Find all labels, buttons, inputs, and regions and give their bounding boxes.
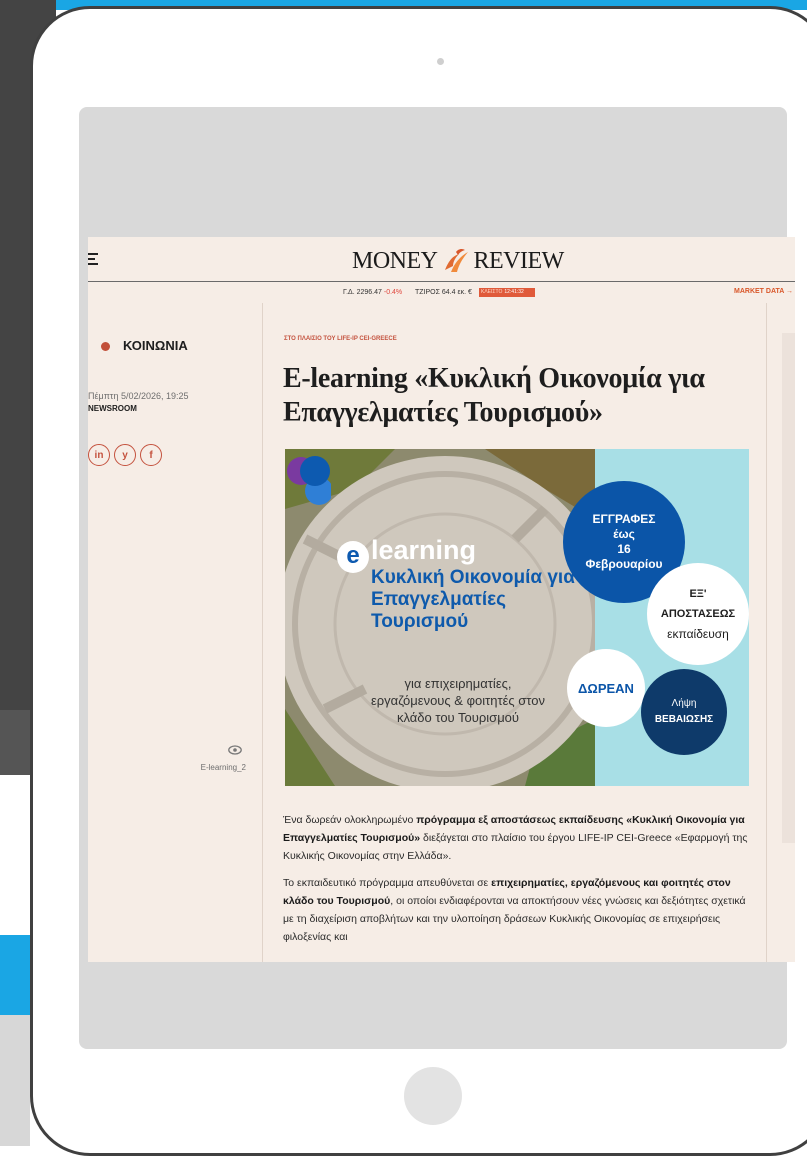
ticker-gd-change: -0.4%	[383, 289, 403, 296]
web-page: MONEY REVIEW Γ.Δ. 2296.47 -0.4% ΤΖΙΡΟΣ 6…	[88, 237, 795, 962]
image-caption: E-learning_2	[200, 763, 246, 772]
elearning-logo-icon	[287, 456, 331, 505]
registration-until: έως	[613, 527, 635, 541]
article-kicker: ΣΤΟ ΠΛΑΙΣΙΟ ΤΟΥ LIFE-IP CEI-GREECE	[284, 336, 397, 342]
distance-training: εκπαίδευση	[667, 627, 729, 641]
certificate-circle: Λήψη ΒΕΒΑΙΩΣΗΣ	[641, 669, 727, 755]
article-date: Πέμπτη 5/02/2026, 19:25	[88, 391, 189, 401]
right-sidebar	[782, 333, 795, 843]
ticker-turnover-label: ΤΖΙΡΟΣ	[415, 289, 440, 296]
distance-label: ΑΠΟΣΤΑΣΕΩΣ	[660, 608, 736, 620]
certificate-get: Λήψη	[671, 698, 697, 709]
article-main-column: ΣΤΟ ΠΛΑΙΣΙΟ ΤΟΥ LIFE-IP CEI-GREECE E-lea…	[262, 303, 767, 962]
section-label[interactable]: ΚΟΙΝΩΝΙΑ	[123, 338, 188, 353]
linkedin-share-button[interactable]: in	[88, 444, 110, 466]
registration-month: Φεβρουαρίου	[585, 557, 663, 571]
elearning-e-badge: e	[337, 541, 369, 573]
tablet-home-button[interactable]	[404, 1067, 462, 1125]
article-body: Ένα δωρεάν ολοκληρωμένο πρόγραμμα εξ απο…	[283, 811, 749, 955]
ticker-turnover-value: 64.4 εκ. €	[441, 289, 472, 296]
share-buttons: in y f	[88, 444, 162, 466]
registration-label: ΕΓΓΡΑΦΕΣ	[592, 512, 656, 526]
section-dot-icon	[101, 342, 110, 351]
twitter-share-button[interactable]: y	[114, 444, 136, 466]
free-label: ΔΩΡΕΑΝ	[578, 680, 634, 696]
ticker-gd-value: 2296.47	[356, 289, 382, 296]
article-author[interactable]: NEWSROOM	[88, 404, 137, 413]
facebook-share-button[interactable]: f	[140, 444, 162, 466]
background-left-white	[0, 775, 30, 935]
distance-learning-circle: ΕΞ' ΑΠΟΣΤΑΣΕΩΣ εκπαίδευση	[647, 563, 749, 665]
market-ticker: Γ.Δ. 2296.47 -0.4% ΤΖΙΡΟΣ 64.4 εκ. € ΚΛΕ…	[88, 282, 795, 303]
ticker-gd: Γ.Δ. 2296.47 -0.4%	[343, 289, 402, 296]
background-left-grey	[0, 1015, 30, 1146]
article-title: E-learning «Κυκλική Οικονομία για Επαγγε…	[283, 363, 705, 428]
elearning-headline: Κυκλική Οικονομία για Επαγγελματίες Τουρ…	[371, 567, 575, 632]
ticker-gd-label: Γ.Δ.	[343, 289, 355, 296]
article-meta-column: ΚΟΙΝΩΝΙΑ Πέμπτη 5/02/2026, 19:25 NEWSROO…	[88, 303, 262, 962]
p2-text-a: Το εκπαιδευτικό πρόγραμμα απευθύνεται σε	[283, 877, 492, 889]
linkedin-icon: in	[94, 449, 104, 461]
background-left-blue	[0, 935, 30, 1015]
background-left-dark-block	[0, 710, 30, 775]
site-header: MONEY REVIEW	[88, 237, 795, 282]
tablet-camera	[437, 58, 444, 65]
facebook-icon: f	[149, 449, 153, 461]
market-status-label: ΚΛΕΙΣΤΟ	[481, 289, 503, 295]
elearning-audience: για επιχειρηματίες, εργαζόμενους & φοιτη…	[370, 676, 545, 725]
eye-icon[interactable]	[228, 745, 242, 755]
article-area: ΚΟΙΝΩΝΙΑ Πέμπτη 5/02/2026, 19:25 NEWSROO…	[88, 303, 795, 962]
article-paragraph-1: Ένα δωρεάν ολοκληρωμένο πρόγραμμα εξ απο…	[283, 811, 749, 865]
twitter-icon: y	[122, 449, 128, 461]
logo-text-money: MONEY	[352, 247, 438, 274]
elearning-word: learning	[371, 535, 477, 565]
market-data-link[interactable]: MARKET DATA →	[734, 288, 793, 295]
market-status-time: 12:41:32	[504, 289, 524, 295]
article-hero-image[interactable]: e learning Κυκλική Οικονομία για Επαγγελ…	[285, 449, 749, 786]
site-logo[interactable]: MONEY REVIEW	[352, 246, 564, 276]
article-paragraph-2: Το εκπαιδευτικό πρόγραμμα απευθύνεται σε…	[283, 874, 749, 946]
certificate-label: ΒΕΒΑΙΩΣΗΣ	[654, 714, 714, 725]
griffin-logo-icon	[444, 248, 468, 272]
market-status-badge: ΚΛΕΙΣΤΟ 12:41:32	[479, 288, 535, 297]
distance-ex: ΕΞ'	[689, 588, 707, 600]
registration-day: 16	[617, 542, 631, 556]
ticker-turnover: ΤΖΙΡΟΣ 64.4 εκ. €	[415, 289, 472, 296]
menu-icon[interactable]	[88, 253, 100, 265]
p1-text-a: Ένα δωρεάν ολοκληρωμένο	[283, 814, 417, 826]
free-circle: ΔΩΡΕΑΝ	[567, 649, 645, 727]
logo-text-review: REVIEW	[473, 247, 565, 274]
